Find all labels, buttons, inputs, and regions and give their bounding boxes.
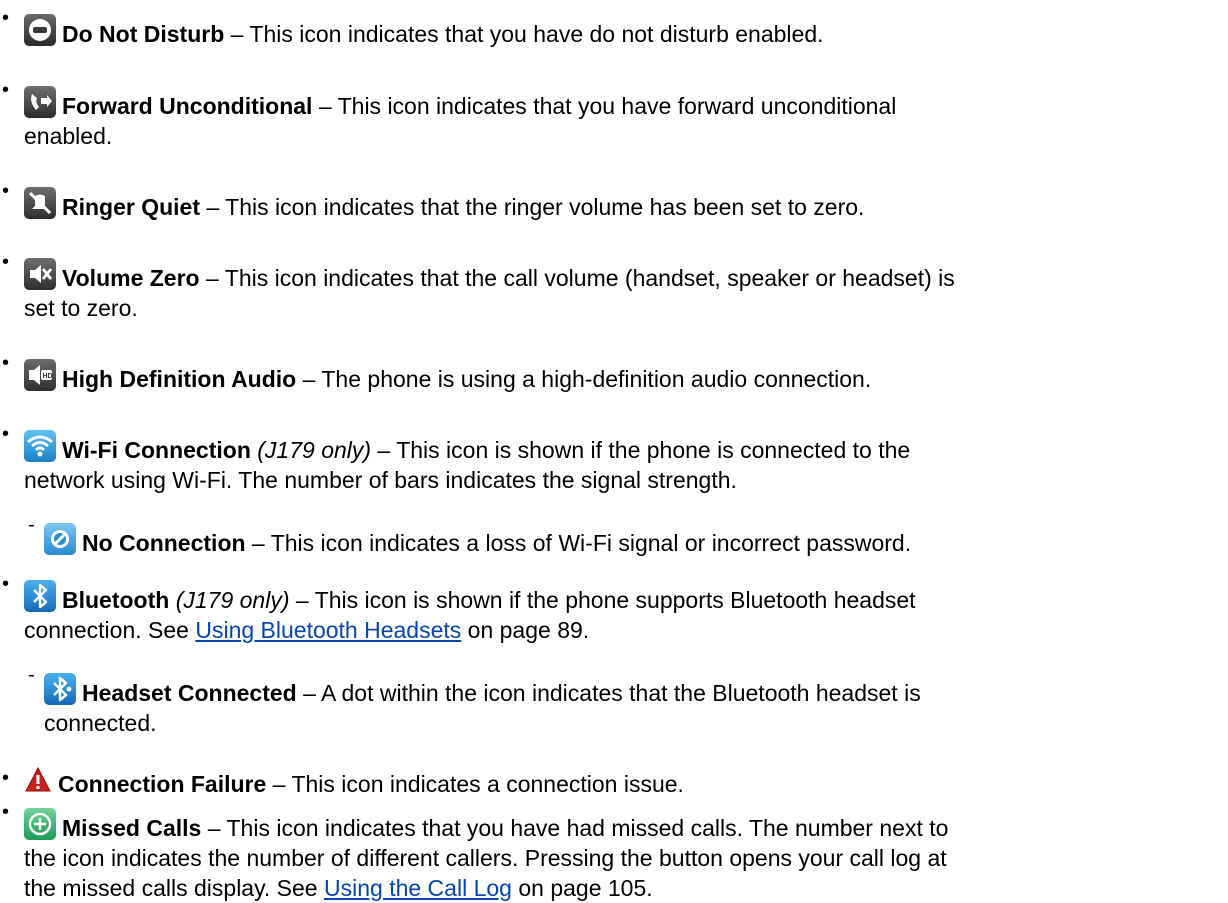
- bullet: •: [2, 79, 10, 101]
- headset-connected-icon: [44, 673, 76, 705]
- item-description: – The phone is using a high-definition a…: [296, 366, 872, 392]
- item-title: Do Not Disturb: [62, 21, 225, 47]
- document-page: • Do Not Disturb – This icon indicates t…: [0, 0, 1228, 901]
- item-description-continued: connection. See: [24, 617, 196, 643]
- item-description: – This icon indicates that you have had …: [201, 815, 949, 841]
- item-description: – This icon is shown if the phone is con…: [371, 437, 911, 463]
- bullet: •: [2, 801, 10, 823]
- item-note: (J179 only): [175, 587, 290, 613]
- item-description: – This icon indicates a connection issue…: [266, 771, 684, 797]
- item-description: – This icon indicates that the ringer vo…: [200, 194, 865, 220]
- bullet: •: [2, 7, 10, 29]
- hd-audio-icon: HD: [24, 359, 56, 391]
- svg-text:HD: HD: [43, 373, 53, 380]
- bullet: •: [2, 251, 10, 273]
- item-description: – This icon is shown if the phone suppor…: [289, 587, 916, 613]
- item-description: – This icon indicates that the call volu…: [199, 265, 955, 291]
- bullet: •: [2, 352, 10, 374]
- using-call-log-link[interactable]: Using the Call Log: [324, 875, 512, 901]
- item-description: – This icon indicates that you have do n…: [224, 21, 824, 47]
- item-title: Ringer Quiet: [62, 194, 201, 220]
- item-title: Missed Calls: [62, 815, 202, 841]
- using-bluetooth-headsets-link[interactable]: Using Bluetooth Headsets: [195, 617, 461, 643]
- bullet: •: [2, 767, 10, 789]
- item-description-continued: set to zero.: [24, 295, 138, 321]
- item-title: Forward Unconditional: [62, 93, 313, 119]
- item-title: Bluetooth: [62, 587, 170, 613]
- volume-zero-icon: [24, 258, 56, 290]
- item-title: Volume Zero: [62, 265, 200, 291]
- bullet: •: [2, 573, 10, 595]
- item-note: (J179 only): [257, 437, 372, 463]
- item-description: – A dot within the icon indicates that t…: [296, 680, 921, 706]
- item-description-continued: on page 105.: [511, 875, 653, 901]
- item-description-continued: network using Wi-Fi. The number of bars …: [24, 467, 737, 493]
- item-title: Connection Failure: [58, 771, 267, 797]
- bullet: •: [2, 423, 10, 445]
- item-description-continued: enabled.: [24, 123, 113, 149]
- dash-marker: -: [28, 514, 35, 536]
- item-description: – This icon indicates a loss of Wi-Fi si…: [245, 530, 912, 556]
- item-description-continued: the missed calls display. See: [24, 875, 324, 901]
- forward-unconditional-icon: [24, 86, 56, 118]
- dash-marker: -: [28, 664, 35, 686]
- item-description-continued: on page 89.: [461, 617, 590, 643]
- item-description-continued: connected.: [44, 710, 157, 736]
- item-title: High Definition Audio: [62, 366, 297, 392]
- connection-failure-icon: [24, 764, 52, 796]
- ringer-quiet-icon: [24, 187, 56, 219]
- bullet: •: [2, 180, 10, 202]
- item-title: Wi-Fi Connection: [62, 437, 251, 463]
- item-title: No Connection: [82, 530, 246, 556]
- missed-calls-icon: [24, 808, 56, 840]
- no-connection-icon: [44, 523, 76, 555]
- item-title: Headset Connected: [82, 680, 297, 706]
- wifi-icon: [24, 430, 56, 462]
- do-not-disturb-icon: [24, 14, 56, 46]
- item-description-continued: the icon indicates the number of differe…: [24, 845, 947, 871]
- item-description: – This icon indicates that you have forw…: [312, 93, 897, 119]
- bluetooth-icon: [24, 580, 56, 612]
